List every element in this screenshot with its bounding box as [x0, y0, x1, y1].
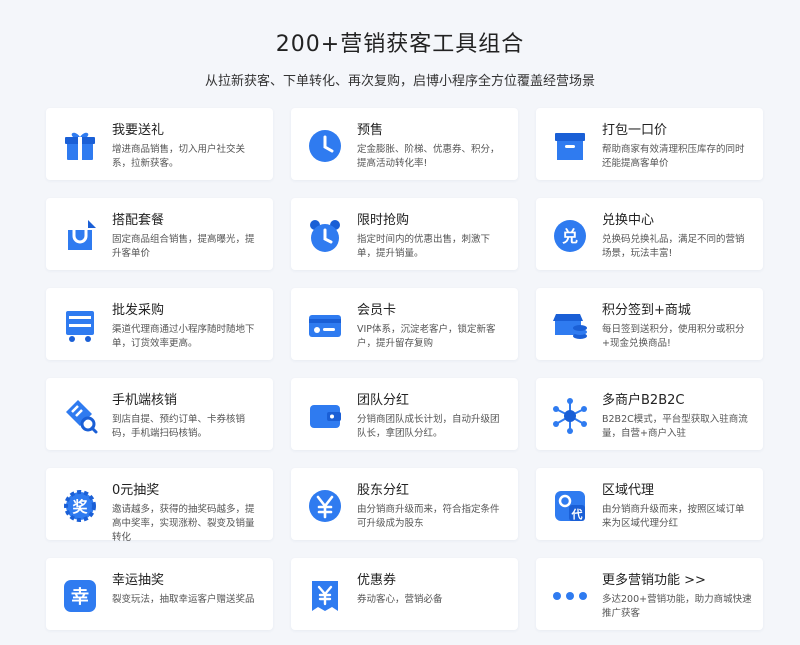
- feature-card-title: 积分签到+商城: [602, 303, 691, 318]
- lucky-badge-icon: 幸: [62, 578, 98, 614]
- feature-card[interactable]: 股东分红由分销商升级而来，符合指定条件可升级成为股东: [291, 468, 518, 540]
- feature-card-description: 指定时间内的优惠出售，刺激下单，提升销量。: [357, 234, 491, 259]
- feature-card-description: 多达200+营销功能，助力商城快速推广获客: [602, 594, 752, 619]
- page-subtitle: 从拉新获客、下单转化、再次复购，启博小程序全方位覆盖经营场景: [204, 74, 595, 89]
- gift-icon: [62, 128, 98, 164]
- feature-card-description: 兑换码兑换礼品，满足不同的营销场景，玩法丰富!: [602, 234, 745, 259]
- feature-card-text: 区域代理由分销商升级而来，按照区域订单来为区域代理分红: [602, 482, 753, 531]
- exchange-badge-icon: 兑: [552, 218, 588, 254]
- feature-card-description: 由分销商升级而来，符合指定条件可升级成为股东: [357, 504, 500, 529]
- feature-card-title: 团队分红: [357, 393, 410, 408]
- feature-card-text: 限时抢购指定时间内的优惠出售，刺激下单，提升销量。: [357, 212, 508, 261]
- feature-card-text: 团队分红分销商团队成长计划，自动升级团队长，拿团队分红。: [357, 392, 508, 441]
- feature-card-title: 股东分红: [357, 483, 410, 498]
- feature-card-text: 预售定金膨胀、阶梯、优惠券、积分，提高活动转化率!: [357, 122, 508, 171]
- feature-card[interactable]: 团队分红分销商团队成长计划，自动升级团队长，拿团队分红。: [291, 378, 518, 450]
- feature-card-text: 多商户B2B2C B2B2C模式，平台型获取入驻商流量，自营+商户入驻: [602, 392, 753, 441]
- svg-text:奖: 奖: [72, 498, 88, 516]
- more-dots-icon: [552, 578, 588, 614]
- svg-text:幸: 幸: [71, 586, 89, 608]
- feature-card-description: 裂变玩法，抽取幸运客户赠送奖品: [112, 594, 255, 605]
- shelf-cart-icon: [62, 308, 98, 344]
- feature-card-text: 兑换中心兑换码兑换礼品，满足不同的营销场景，玩法丰富!: [602, 212, 753, 261]
- feature-card-description: 定金膨胀、阶梯、优惠券、积分，提高活动转化率!: [357, 144, 500, 169]
- feature-card-title: 打包一口价: [602, 123, 668, 138]
- store-coins-icon: [552, 308, 588, 344]
- feature-card[interactable]: 幸 幸运抽奖裂变玩法，抽取幸运客户赠送奖品: [46, 558, 273, 630]
- svg-text:兑: 兑: [562, 227, 578, 246]
- feature-card-description: 固定商品组合销售，提高曝光，提升客单价: [112, 234, 255, 259]
- feature-card[interactable]: 会员卡 VIP体系，沉淀老客户，锁定新客户，提升留存复购: [291, 288, 518, 360]
- feature-card[interactable]: 预售定金膨胀、阶梯、优惠券、积分，提高活动转化率!: [291, 108, 518, 180]
- feature-card-text: 手机端核销到店自提、预约订单、卡券核销码，手机端扫码核销。: [112, 392, 263, 441]
- feature-card[interactable]: 奖 0元抽奖邀请越多，获得的抽奖码越多，提高中奖率，实现涨粉、裂变及销量转化: [46, 468, 273, 543]
- feature-card-title: 更多营销功能 >>: [602, 573, 706, 588]
- clock-icon: [307, 128, 343, 164]
- svg-text:代: 代: [571, 507, 583, 521]
- feature-card-text: 更多营销功能 >> 多达200+营销功能，助力商城快速推广获客: [602, 572, 753, 621]
- member-card-icon: [307, 308, 343, 344]
- feature-card-description: 券动客心，营销必备: [357, 594, 443, 605]
- yen-coin-icon: [307, 488, 343, 524]
- feature-card-title: 限时抢购: [357, 213, 410, 228]
- feature-card-title: 我要送礼: [112, 123, 165, 138]
- feature-card-description: 邀请越多，获得的抽奖码越多，提高中奖率，实现涨粉、裂变及销量转化: [112, 504, 255, 543]
- feature-card-description: 帮助商家有效清理积压库存的同时还能提高客单价: [602, 144, 745, 169]
- feature-card[interactable]: 代 区域代理由分销商升级而来，按照区域订单来为区域代理分红: [536, 468, 763, 540]
- feature-card-text: 幸运抽奖裂变玩法，抽取幸运客户赠送奖品: [112, 572, 263, 607]
- feature-card-description: 增进商品销售，切入用户社交关系，拉新获客。: [112, 144, 246, 169]
- feature-card[interactable]: 搭配套餐固定商品组合销售，提高曝光，提升客单价: [46, 198, 273, 270]
- feature-card[interactable]: 优惠券券动客心，营销必备: [291, 558, 518, 630]
- bag-icon: [62, 218, 98, 254]
- feature-card-text: 0元抽奖邀请越多，获得的抽奖码越多，提高中奖率，实现涨粉、裂变及销量转化: [112, 482, 263, 545]
- feature-card-title: 兑换中心: [602, 213, 655, 228]
- feature-card-title: 优惠券: [357, 573, 397, 588]
- feature-card[interactable]: 积分签到+商城每日签到送积分，使用积分或积分+现金兑换商品!: [536, 288, 763, 360]
- feature-card[interactable]: 批发采购渠道代理商通过小程序随时随地下单，订货效率更高。: [46, 288, 273, 360]
- feature-card-title: 预售: [357, 123, 384, 138]
- feature-card-description: B2B2C模式，平台型获取入驻商流量，自营+商户入驻: [602, 414, 748, 439]
- feature-card-description: 分销商团队成长计划，自动升级团队长，拿团队分红。: [357, 414, 500, 439]
- feature-grid: 我要送礼增进商品销售，切入用户社交关系，拉新获客。 预售定金膨胀、阶梯、优惠券、积…: [46, 108, 763, 630]
- feature-card[interactable]: 打包一口价帮助商家有效清理积压库存的同时还能提高客单价: [536, 108, 763, 180]
- box-icon: [552, 128, 588, 164]
- feature-card-text: 会员卡 VIP体系，沉淀老客户，锁定新客户，提升留存复购: [357, 302, 508, 351]
- feature-card-title: 手机端核销: [112, 393, 178, 408]
- feature-card[interactable]: 手机端核销到店自提、预约订单、卡券核销码，手机端扫码核销。: [46, 378, 273, 450]
- feature-card-title: 批发采购: [112, 303, 165, 318]
- feature-card-description: 每日签到送积分，使用积分或积分+现金兑换商品!: [602, 324, 745, 349]
- feature-card-text: 优惠券券动客心，营销必备: [357, 572, 508, 607]
- feature-card[interactable]: 更多营销功能 >> 多达200+营销功能，助力商城快速推广获客: [536, 558, 763, 630]
- feature-card[interactable]: 兑 兑换中心兑换码兑换礼品，满足不同的营销场景，玩法丰富!: [536, 198, 763, 270]
- agent-badge-icon: 代: [552, 488, 588, 524]
- feature-card[interactable]: 限时抢购指定时间内的优惠出售，刺激下单，提升销量。: [291, 198, 518, 270]
- feature-card-title: 区域代理: [602, 483, 655, 498]
- feature-card-description: VIP体系，沉淀老客户，锁定新客户，提升留存复购: [357, 324, 496, 349]
- feature-card[interactable]: 多商户B2B2C B2B2C模式，平台型获取入驻商流量，自营+商户入驻: [536, 378, 763, 450]
- feature-card-title: 会员卡: [357, 303, 397, 318]
- feature-card-description: 由分销商升级而来，按照区域订单来为区域代理分红: [602, 504, 745, 529]
- feature-card-text: 股东分红由分销商升级而来，符合指定条件可升级成为股东: [357, 482, 508, 531]
- feature-card-text: 批发采购渠道代理商通过小程序随时随地下单，订货效率更高。: [112, 302, 263, 351]
- feature-card[interactable]: 我要送礼增进商品销售，切入用户社交关系，拉新获客。: [46, 108, 273, 180]
- feature-card-title: 0元抽奖: [112, 483, 160, 498]
- feature-card-text: 积分签到+商城每日签到送积分，使用积分或积分+现金兑换商品!: [602, 302, 753, 351]
- feature-card-title: 幸运抽奖: [112, 573, 165, 588]
- coupon-icon: [307, 578, 343, 614]
- ticket-scan-icon: [62, 398, 98, 434]
- feature-card-title: 多商户B2B2C: [602, 393, 685, 408]
- network-icon: [552, 398, 588, 434]
- feature-card-text: 搭配套餐固定商品组合销售，提高曝光，提升客单价: [112, 212, 263, 261]
- alarm-clock-icon: [307, 218, 343, 254]
- feature-card-text: 我要送礼增进商品销售，切入用户社交关系，拉新获客。: [112, 122, 263, 171]
- feature-card-title: 搭配套餐: [112, 213, 165, 228]
- lottery-gear-icon: 奖: [62, 488, 98, 524]
- page-title: 200+营销获客工具组合: [275, 32, 525, 57]
- feature-card-text: 打包一口价帮助商家有效清理积压库存的同时还能提高客单价: [602, 122, 753, 171]
- feature-card-description: 到店自提、预约订单、卡券核销码，手机端扫码核销。: [112, 414, 246, 439]
- wallet-icon: [307, 398, 343, 434]
- feature-card-description: 渠道代理商通过小程序随时随地下单，订货效率更高。: [112, 324, 255, 349]
